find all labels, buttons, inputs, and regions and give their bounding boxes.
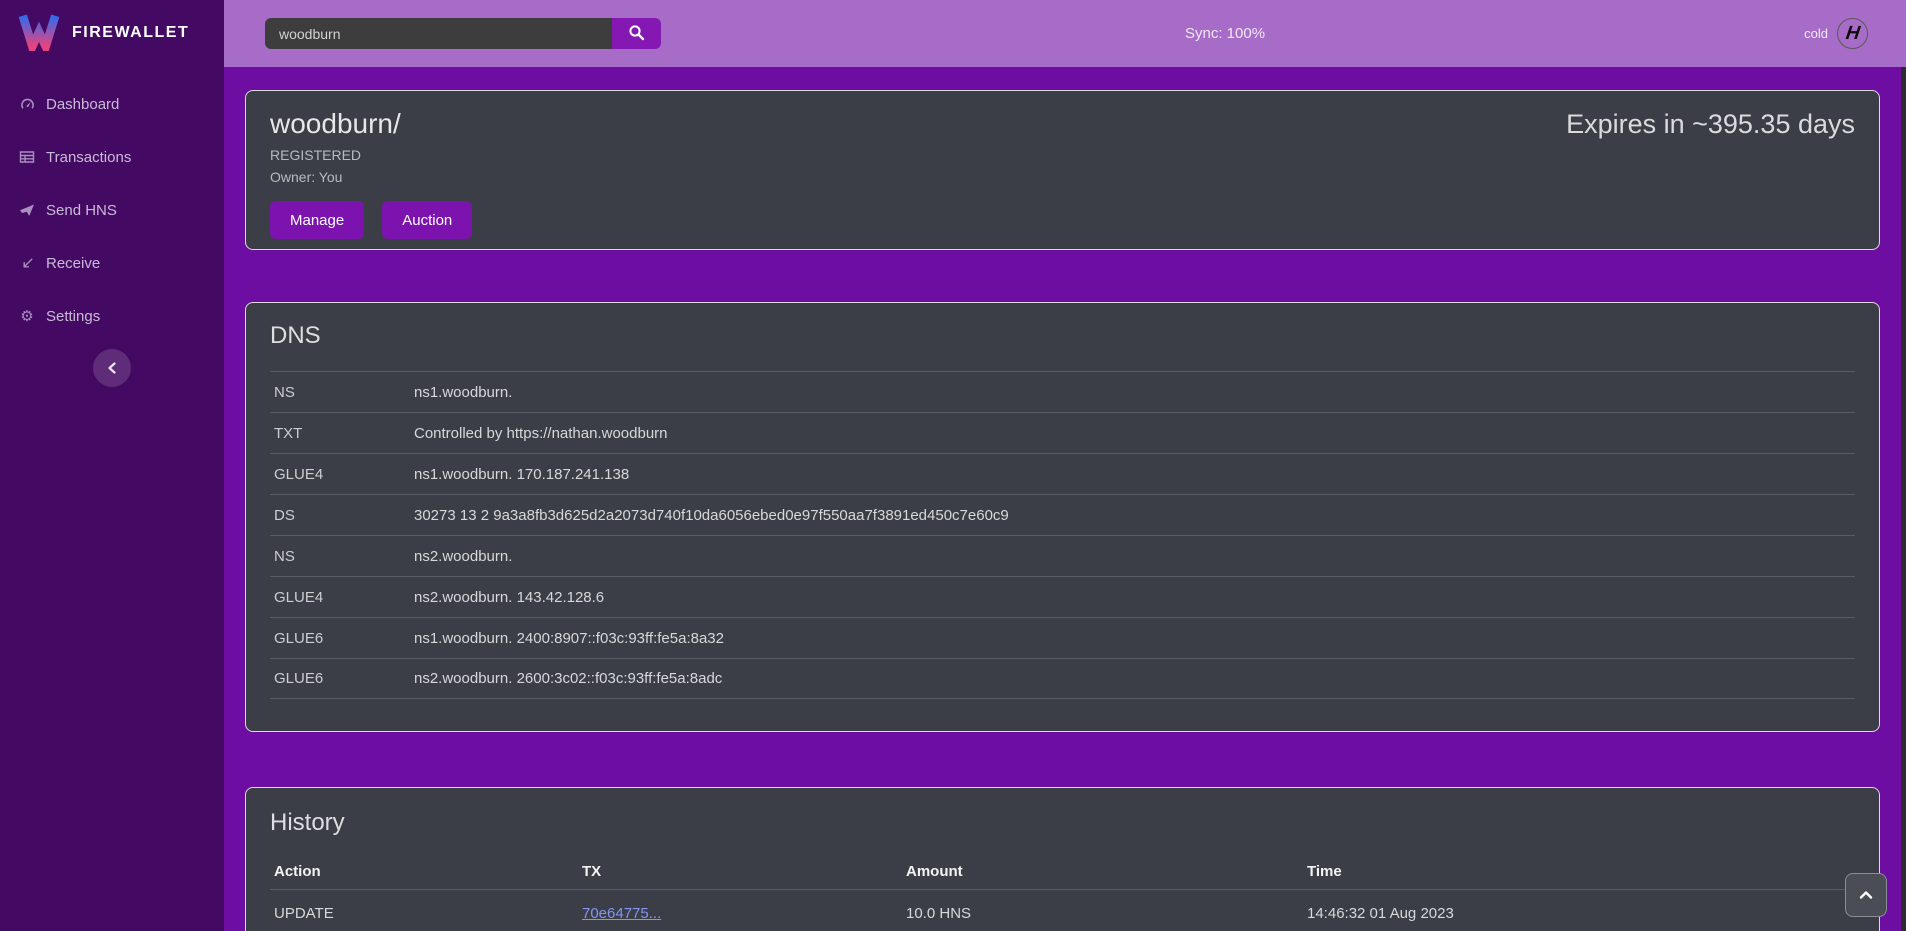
- main-column: Sync: 100% cold H woodburn/ REGISTERED O…: [224, 0, 1906, 931]
- dns-record-value: 30273 13 2 9a3a8fb3d625d2a2073d740f10da6…: [414, 507, 1009, 524]
- dns-record-row: NS ns1.woodburn.: [270, 371, 1855, 412]
- dns-record-type: GLUE4: [270, 466, 414, 483]
- page-content: woodburn/ REGISTERED Owner: You Manage A…: [224, 67, 1906, 931]
- send-icon: [18, 201, 36, 219]
- dns-section-title: DNS: [270, 321, 1855, 351]
- page-title: woodburn/: [270, 107, 472, 141]
- tx-link[interactable]: 70e64775...: [582, 905, 661, 922]
- history-section-title: History: [270, 808, 1855, 838]
- sidebar-item-send-hns[interactable]: Send HNS: [18, 198, 224, 222]
- receive-icon: [18, 254, 36, 272]
- sidebar-item-label: Dashboard: [46, 96, 119, 113]
- domain-info: woodburn/ REGISTERED Owner: You Manage A…: [270, 107, 472, 239]
- dns-record-row: GLUE4 ns1.woodburn. 170.187.241.138: [270, 453, 1855, 494]
- chevron-left-icon: [107, 358, 117, 379]
- history-header-row: Action TX Amount Time: [270, 854, 1855, 890]
- sidebar-collapse-button[interactable]: [93, 349, 131, 387]
- column-header-tx: TX: [578, 863, 902, 880]
- dns-record-type: DS: [270, 507, 414, 524]
- dns-record-value: ns1.woodburn. 2400:8907::f03c:93ff:fe5a:…: [414, 630, 724, 647]
- manage-button[interactable]: Manage: [270, 201, 364, 239]
- transactions-icon: [18, 148, 36, 166]
- column-header-amount: Amount: [902, 863, 1303, 880]
- sidebar: FIREWALLET Dashboard Transactions Send H…: [0, 0, 224, 931]
- sync-status: Sync: 100%: [1185, 0, 1265, 67]
- dns-record-row: DS 30273 13 2 9a3a8fb3d625d2a2073d740f10…: [270, 494, 1855, 535]
- search-bar: [265, 18, 661, 49]
- dns-record-row: GLUE6 ns1.woodburn. 2400:8907::f03c:93ff…: [270, 617, 1855, 658]
- search-button[interactable]: [612, 18, 661, 49]
- dns-card: DNS NS ns1.woodburn. TXT Controlled by h…: [245, 302, 1880, 732]
- history-action: UPDATE: [270, 905, 578, 922]
- firewallet-logo-icon: [18, 11, 60, 56]
- dns-record-type: GLUE4: [270, 589, 414, 606]
- settings-icon: ⚙: [18, 307, 36, 325]
- header: Sync: 100% cold H: [224, 0, 1906, 67]
- vertical-scrollbar[interactable]: [1901, 67, 1906, 931]
- dns-record-value: ns2.woodburn. 143.42.128.6: [414, 589, 604, 606]
- history-amount: 10.0 HNS: [902, 905, 1303, 922]
- history-card: History Action TX Amount Time UPDATE 70e…: [245, 787, 1880, 931]
- status-badge: REGISTERED: [270, 145, 472, 165]
- sidebar-nav: Dashboard Transactions Send HNS Receive: [0, 92, 224, 328]
- sidebar-item-settings[interactable]: ⚙ Settings: [18, 304, 224, 328]
- history-table: Action TX Amount Time UPDATE 70e64775...…: [270, 854, 1855, 931]
- dns-record-type: TXT: [270, 425, 414, 442]
- search-input[interactable]: [265, 18, 612, 49]
- dns-record-type: GLUE6: [270, 630, 414, 647]
- sidebar-item-receive[interactable]: Receive: [18, 251, 224, 275]
- column-header-time: Time: [1303, 863, 1855, 880]
- dns-record-value: ns1.woodburn. 170.187.241.138: [414, 466, 629, 483]
- history-row: UPDATE 70e64775... 10.0 HNS 14:46:32 01 …: [270, 890, 1855, 931]
- handshake-logo-icon[interactable]: H: [1837, 18, 1868, 49]
- magnifier-icon: [628, 24, 645, 44]
- sidebar-item-dashboard[interactable]: Dashboard: [18, 92, 224, 116]
- app-title: FIREWALLET: [72, 24, 189, 42]
- wallet-name: cold: [1804, 26, 1828, 41]
- app-root: FIREWALLET Dashboard Transactions Send H…: [0, 0, 1906, 931]
- dns-record-value: ns2.woodburn. 2600:3c02::f03c:93ff:fe5a:…: [414, 670, 722, 687]
- sidebar-item-label: Transactions: [46, 149, 131, 166]
- sidebar-item-label: Send HNS: [46, 202, 117, 219]
- dns-record-value: Controlled by https://nathan.woodburn: [414, 425, 668, 442]
- dns-record-type: NS: [270, 384, 414, 401]
- chevron-up-icon: [1859, 888, 1873, 903]
- scroll-to-top-button[interactable]: [1845, 873, 1887, 917]
- expires-label: Expires in ~395.35 days: [1566, 107, 1855, 141]
- dns-record-row: TXT Controlled by https://nathan.woodbur…: [270, 412, 1855, 453]
- sidebar-item-label: Receive: [46, 255, 100, 272]
- auction-button[interactable]: Auction: [382, 201, 472, 239]
- brand[interactable]: FIREWALLET: [0, 0, 224, 64]
- sidebar-item-label: Settings: [46, 308, 100, 325]
- dns-record-row: GLUE6 ns2.woodburn. 2600:3c02::f03c:93ff…: [270, 658, 1855, 699]
- dns-record-row: GLUE4 ns2.woodburn. 143.42.128.6: [270, 576, 1855, 617]
- column-header-action: Action: [270, 863, 578, 880]
- owner-label: Owner: You: [270, 167, 472, 187]
- dns-table: NS ns1.woodburn. TXT Controlled by https…: [270, 371, 1855, 699]
- dns-record-type: GLUE6: [270, 670, 414, 687]
- domain-card: woodburn/ REGISTERED Owner: You Manage A…: [245, 90, 1880, 250]
- dns-record-row: NS ns2.woodburn.: [270, 535, 1855, 576]
- dns-record-value: ns2.woodburn.: [414, 548, 512, 565]
- dns-record-type: NS: [270, 548, 414, 565]
- wallet-zone: cold H: [1804, 0, 1868, 67]
- dashboard-icon: [18, 95, 36, 113]
- dns-record-value: ns1.woodburn.: [414, 384, 512, 401]
- domain-actions: Manage Auction: [270, 201, 472, 239]
- history-time: 14:46:32 01 Aug 2023: [1303, 905, 1855, 922]
- sidebar-item-transactions[interactable]: Transactions: [18, 145, 224, 169]
